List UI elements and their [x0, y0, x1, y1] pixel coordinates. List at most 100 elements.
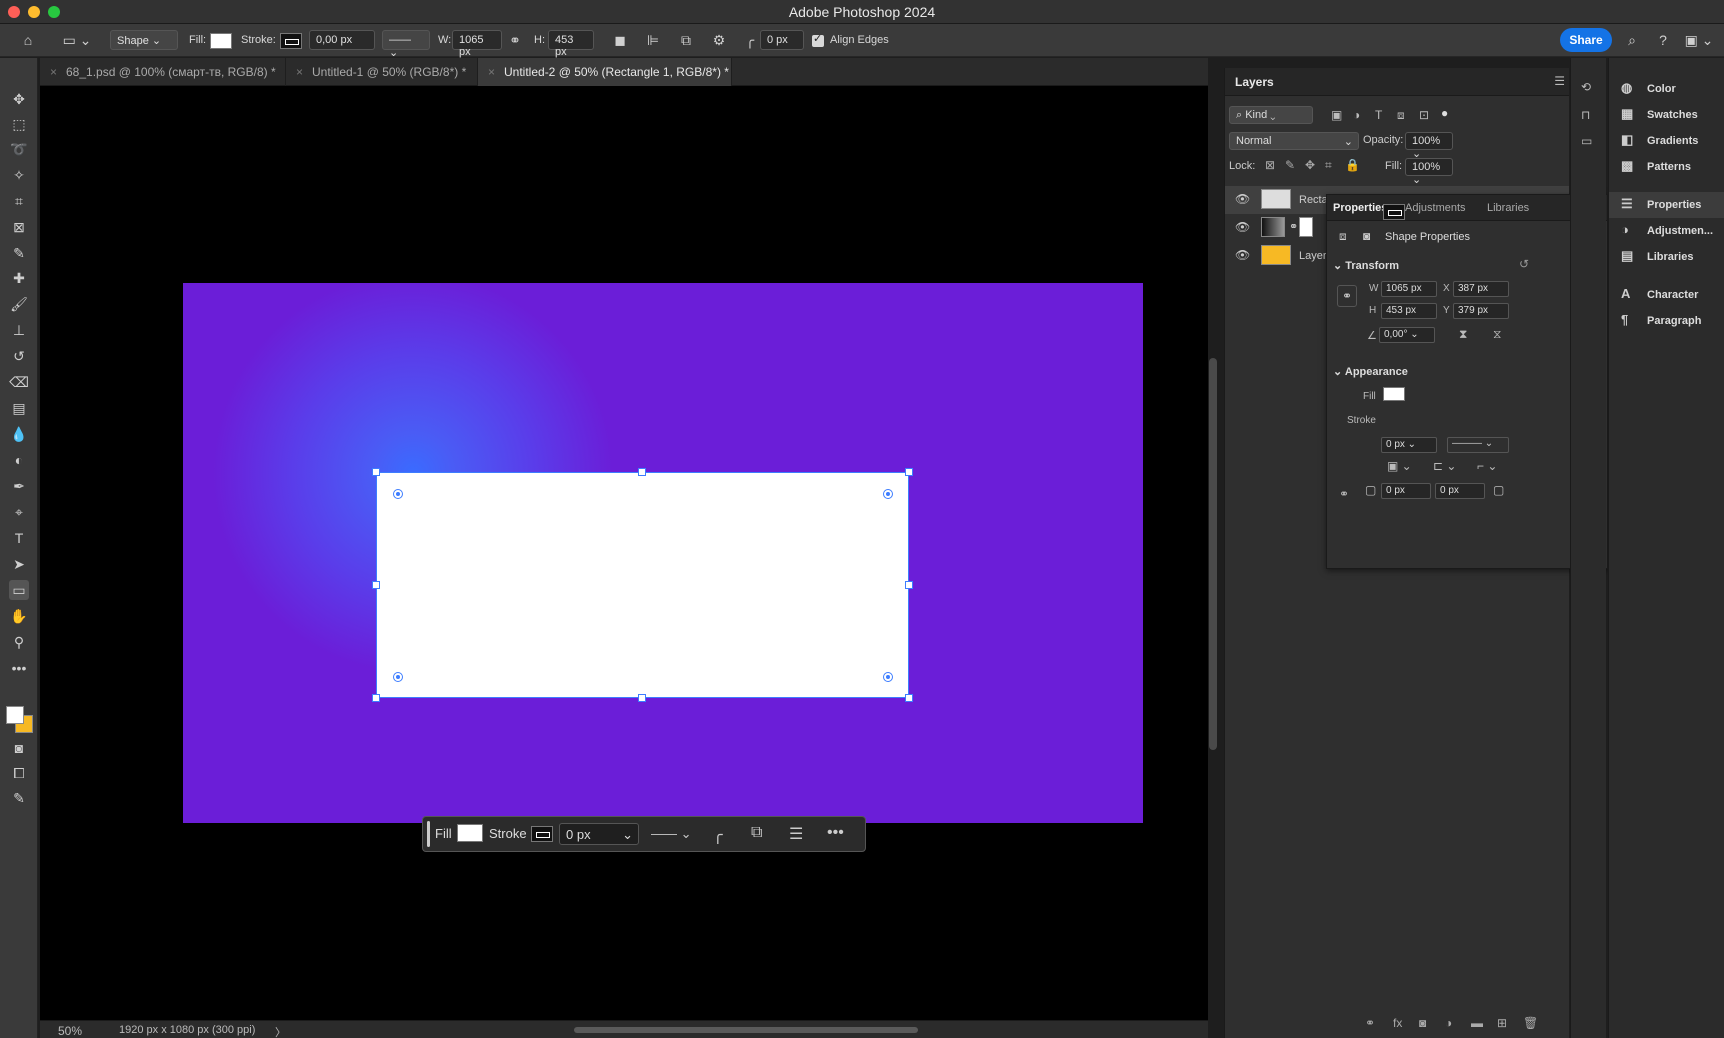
crop-tool-icon[interactable]: ⌗: [9, 191, 29, 211]
h-input[interactable]: 453 px: [1381, 303, 1437, 319]
lock-artboard-icon[interactable]: ⌗: [1325, 158, 1332, 173]
transform-handle-ml[interactable]: [372, 581, 380, 589]
move-tool-icon[interactable]: ✥: [9, 89, 29, 109]
filter-kind-select[interactable]: ⌕ Kind ⌄: [1229, 106, 1313, 124]
panel-paragraph[interactable]: ¶ Paragraph: [1609, 308, 1724, 334]
transform-handle-bl[interactable]: [372, 694, 380, 702]
tool-mode-select[interactable]: Shape ⌄: [110, 30, 178, 50]
brush-tool-icon[interactable]: 🖌: [9, 294, 29, 314]
x-input[interactable]: 387 px: [1453, 281, 1509, 297]
link-layers-icon[interactable]: ⚭: [1365, 1016, 1375, 1030]
pen-tool-icon[interactable]: ✒: [9, 476, 29, 496]
transform-handle-tl[interactable]: [372, 468, 380, 476]
close-tab-icon[interactable]: ×: [296, 65, 303, 79]
panel-swatches[interactable]: ▦ Swatches: [1609, 102, 1724, 128]
ctx-fill-swatch[interactable]: [457, 824, 483, 842]
path-arrangement-icon[interactable]: ⧉: [676, 30, 696, 50]
add-mask-icon[interactable]: ◙: [1419, 1016, 1426, 1030]
y-input[interactable]: 379 px: [1453, 303, 1509, 319]
ctx-stroke-type-select[interactable]: —— ⌄: [651, 826, 692, 842]
path-operations-icon[interactable]: ◼: [610, 30, 630, 50]
frame-tool-icon[interactable]: ⊠: [9, 217, 29, 237]
transform-handle-br[interactable]: [905, 694, 913, 702]
corner-radius-a-input[interactable]: 0 px: [1381, 483, 1431, 499]
document-info[interactable]: 1920 px x 1080 px (300 ppi): [119, 1024, 255, 1036]
eraser-tool-icon[interactable]: ⌫: [9, 372, 29, 392]
lock-pixels-icon[interactable]: ✎: [1285, 158, 1295, 172]
panel-patterns[interactable]: ▩ Patterns: [1609, 154, 1724, 180]
blur-tool-icon[interactable]: 💧: [9, 424, 29, 444]
panel-libraries[interactable]: ▤ Libraries: [1609, 244, 1724, 270]
panel-gradients[interactable]: ◧ Gradients: [1609, 128, 1724, 154]
help-icon[interactable]: ?: [1653, 30, 1673, 50]
trash-icon[interactable]: 🗑: [1523, 1016, 1538, 1030]
type-tool-icon[interactable]: T: [9, 528, 29, 548]
stroke-width-input[interactable]: 0 px ⌄: [1381, 437, 1437, 453]
link-dimensions-button[interactable]: ⚭: [1337, 285, 1357, 307]
lock-position-icon[interactable]: ✥: [1305, 158, 1315, 172]
path-selection-tool-icon[interactable]: ➤: [9, 554, 29, 574]
ctx-new-layer-icon[interactable]: ⧉: [751, 824, 762, 842]
layer-fill-input[interactable]: 100% ⌄: [1405, 158, 1453, 186]
opacity-input[interactable]: 100% ⌄: [1405, 132, 1453, 160]
stroke-type-select[interactable]: —— ⌄: [382, 30, 430, 59]
filter-shape-icon[interactable]: ⧈: [1397, 108, 1405, 123]
visibility-eye-icon[interactable]: 👁: [1235, 220, 1250, 234]
filter-type-icon[interactable]: T: [1375, 108, 1382, 122]
zoom-level[interactable]: 50%: [58, 1024, 82, 1038]
rectangle-tool-icon[interactable]: ▭: [9, 580, 29, 600]
history-icon[interactable]: ⟲: [1581, 80, 1591, 94]
width-input[interactable]: 1065 px: [452, 30, 502, 58]
filter-toggle-icon[interactable]: ●: [1441, 106, 1448, 120]
panel-adjustments[interactable]: ◑ Adjustmen...: [1609, 218, 1724, 244]
panel-color[interactable]: ◍ Color: [1609, 76, 1724, 102]
corner-radius-handle-br[interactable]: [883, 672, 893, 682]
visibility-eye-icon[interactable]: 👁: [1235, 248, 1250, 262]
link-icon[interactable]: ⚭: [505, 30, 525, 50]
ctx-corner-radius-icon[interactable]: ╭: [713, 825, 723, 845]
stroke-swatch[interactable]: [1383, 204, 1405, 220]
transform-handle-tr[interactable]: [905, 468, 913, 476]
close-tab-icon[interactable]: ×: [50, 65, 57, 79]
close-tab-icon[interactable]: ×: [488, 65, 495, 79]
filter-smart-object-icon[interactable]: ⊡: [1419, 108, 1429, 122]
appearance-section-title[interactable]: ⌄ Appearance: [1333, 365, 1408, 378]
radius-input[interactable]: 0 px: [760, 30, 804, 50]
horizontal-scrollbar[interactable]: [574, 1027, 918, 1033]
blend-mode-select[interactable]: Normal ⌄: [1229, 132, 1359, 150]
more-tools-icon[interactable]: •••: [9, 658, 29, 678]
w-input[interactable]: 1065 px: [1381, 281, 1437, 297]
stroke-corners-icon[interactable]: ⌐ ⌄: [1477, 459, 1497, 473]
comments-icon[interactable]: ▭: [1581, 134, 1592, 148]
fx-icon[interactable]: fx: [1393, 1016, 1402, 1030]
lock-transparency-icon[interactable]: ⊠: [1265, 158, 1275, 172]
corner-radius-b-input[interactable]: 0 px: [1435, 483, 1485, 499]
filter-adjustment-icon[interactable]: ◑: [1353, 108, 1360, 122]
share-button[interactable]: Share: [1560, 28, 1612, 52]
history-brush-tool-icon[interactable]: ↺: [9, 346, 29, 366]
screen-mode-icon[interactable]: ⧠: [9, 763, 29, 783]
flip-vertical-icon[interactable]: ⧖: [1493, 327, 1501, 342]
stroke-caps-icon[interactable]: ⊏ ⌄: [1433, 459, 1456, 473]
tab-document-2[interactable]: × Untitled-1 @ 50% (RGB/8*) *: [286, 58, 478, 86]
rectangle-shape[interactable]: [376, 472, 909, 698]
vertical-scrollbar[interactable]: [1209, 358, 1217, 750]
reset-transform-icon[interactable]: ↺: [1519, 257, 1529, 271]
workspace-icon[interactable]: ▣ ⌄: [1684, 30, 1714, 50]
tab-layers[interactable]: Layers: [1235, 75, 1274, 89]
layer-name[interactable]: Recta: [1299, 194, 1328, 206]
panel-menu-icon[interactable]: ☰: [1554, 74, 1565, 88]
gear-icon[interactable]: ⚙: [709, 30, 729, 50]
filter-pixel-icon[interactable]: ▣: [1331, 108, 1342, 122]
stroke-align-icon[interactable]: ▣ ⌄: [1387, 459, 1412, 473]
tab-libraries[interactable]: Libraries: [1487, 202, 1529, 214]
canvas-area[interactable]: Fill Stroke 0 px ⌄ —— ⌄ ╭ ⧉ ☰ •••: [40, 86, 1208, 1020]
foreground-color-swatch[interactable]: [6, 706, 24, 724]
new-layer-icon[interactable]: ⊞: [1497, 1016, 1507, 1030]
corner-radius-handle-tl[interactable]: [393, 489, 403, 499]
ctx-stroke-width-input[interactable]: 0 px ⌄: [559, 823, 639, 845]
eyedropper-tool-icon[interactable]: ✎: [9, 243, 29, 263]
zoom-tool-icon[interactable]: ⚲: [9, 632, 29, 652]
adjustment-layer-icon[interactable]: ◑: [1445, 1016, 1452, 1030]
angle-input[interactable]: 0,00° ⌄: [1379, 327, 1435, 343]
